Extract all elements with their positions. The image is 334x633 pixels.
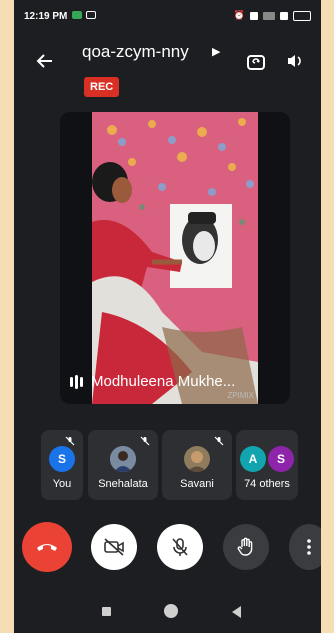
data-icon xyxy=(250,11,258,20)
meeting-code[interactable]: qoa-zcym-nny xyxy=(82,42,189,62)
mic-off-icon xyxy=(214,436,224,446)
audio-level-icon xyxy=(70,374,83,389)
participant-tile-snehalata[interactable]: Snehalata xyxy=(88,430,158,500)
raise-hand-icon xyxy=(237,537,253,556)
status-bar: 12:19 PM ⏰ xyxy=(14,0,321,30)
avatar: A xyxy=(240,446,266,472)
avatar xyxy=(110,446,136,472)
avatar-group: A S xyxy=(240,446,294,472)
wifi-icon xyxy=(263,11,275,20)
participant-name-row: Modhuleena Mukhe... xyxy=(70,373,235,390)
home-button[interactable] xyxy=(164,604,178,618)
notification-icon-2 xyxy=(86,11,96,19)
avatar: S xyxy=(268,446,294,472)
notification-icon xyxy=(72,11,82,19)
participant-tile-you[interactable]: S You xyxy=(41,430,83,500)
participant-tile-others[interactable]: A S 74 others xyxy=(236,430,298,500)
recording-badge: REC xyxy=(84,77,120,97)
signal-icon xyxy=(280,11,288,20)
recent-apps-button[interactable] xyxy=(102,607,111,616)
switch-camera-icon[interactable] xyxy=(246,53,266,76)
chevron-right-icon[interactable]: ▶ xyxy=(212,45,220,58)
system-nav-bar xyxy=(14,593,321,633)
status-time: 12:19 PM xyxy=(24,11,68,22)
camera-off-icon xyxy=(104,538,124,556)
battery-icon xyxy=(293,10,311,21)
alarm-icon: ⏰ xyxy=(233,10,245,20)
avatar: S xyxy=(49,446,75,472)
end-call-icon xyxy=(37,544,57,551)
meet-call-screen: 12:19 PM ⏰ qoa-zcym-nny ▶ REC Modhuleena… xyxy=(14,0,321,633)
participant-label: You xyxy=(52,478,72,490)
participant-label: Snehalata xyxy=(98,478,148,490)
camera-toggle-button[interactable] xyxy=(91,524,137,570)
more-options-button[interactable] xyxy=(289,524,321,570)
mic-toggle-button[interactable] xyxy=(157,524,203,570)
back-arrow-icon[interactable] xyxy=(36,52,54,74)
main-video-tile[interactable]: Modhuleena Mukhe... ZPIMIX xyxy=(60,112,290,404)
mic-off-icon xyxy=(65,436,75,446)
participant-label: Savani xyxy=(180,478,214,490)
mic-off-icon xyxy=(172,538,188,556)
more-vertical-icon xyxy=(307,539,311,555)
video-feed xyxy=(92,112,258,404)
end-call-button[interactable] xyxy=(22,522,72,572)
back-nav-button[interactable] xyxy=(232,606,241,618)
status-icons: ⏰ xyxy=(234,10,311,21)
avatar xyxy=(184,446,210,472)
watermark: ZPIMIX xyxy=(227,391,254,400)
participant-tile-savani[interactable]: Savani xyxy=(162,430,232,500)
raise-hand-button[interactable] xyxy=(223,524,269,570)
mic-off-icon xyxy=(140,436,150,446)
participant-label: 74 others xyxy=(244,478,290,490)
speaker-volume-icon[interactable] xyxy=(286,53,304,74)
main-participant-name: Modhuleena Mukhe... xyxy=(91,373,236,390)
